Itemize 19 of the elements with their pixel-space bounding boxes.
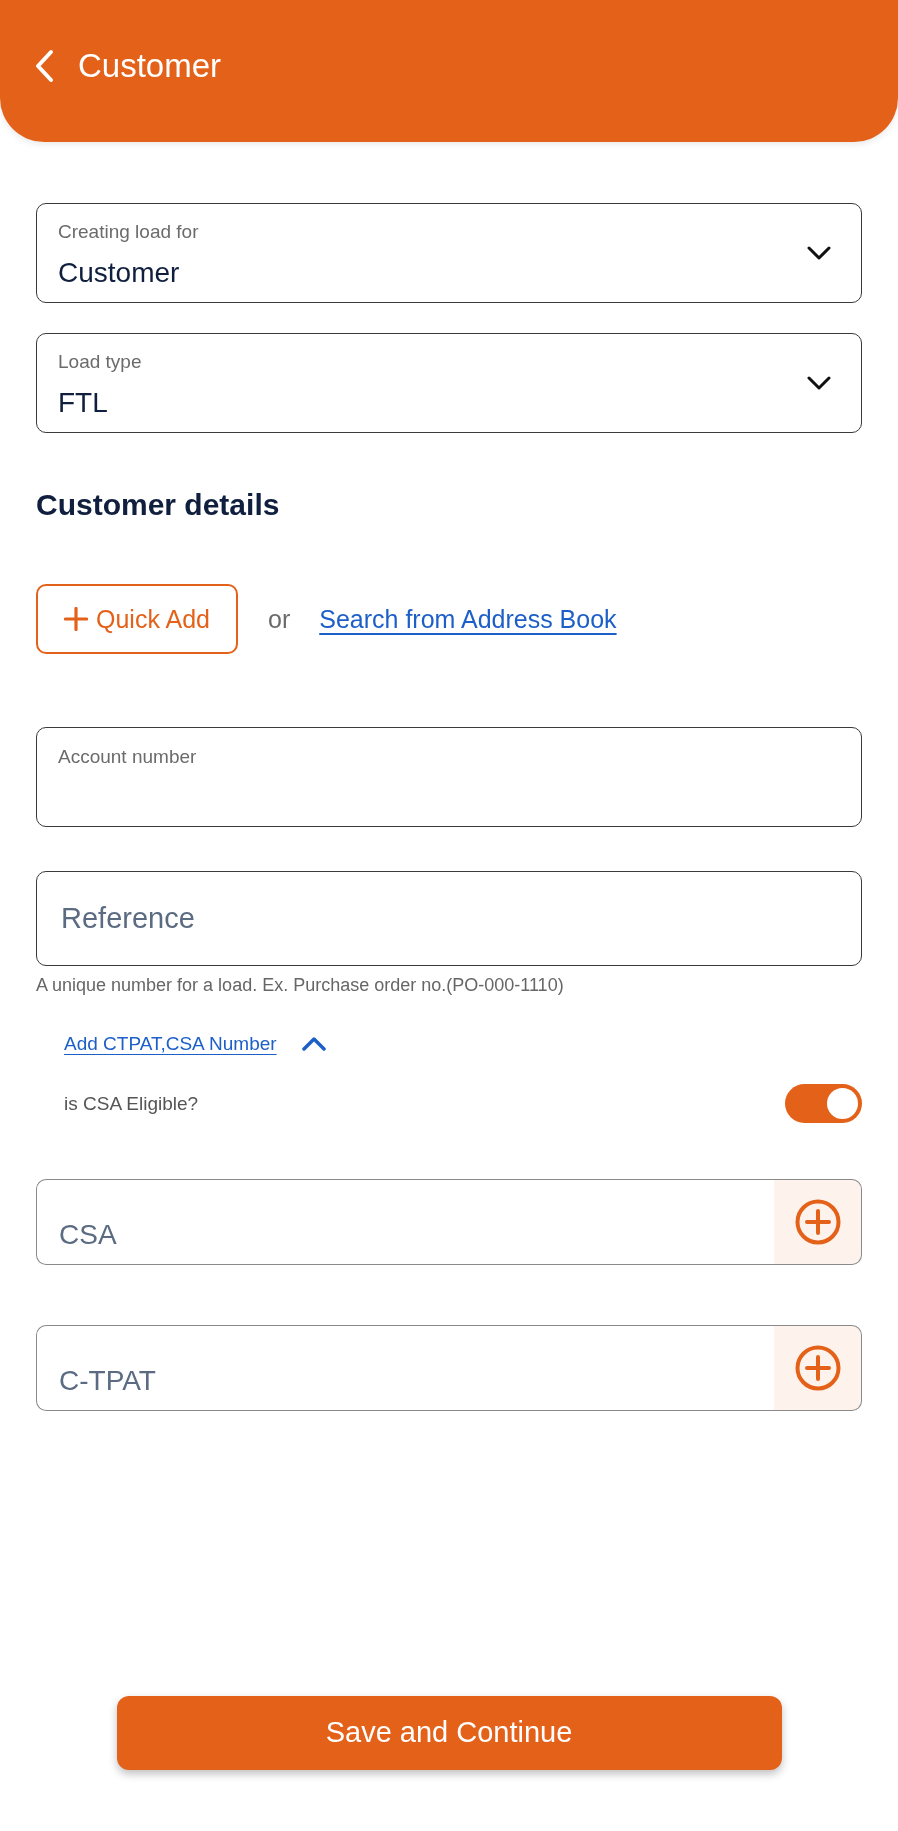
dropdown-field[interactable]: Creating load for Customer: [36, 203, 862, 303]
csa-eligible-label: is CSA Eligible?: [64, 1091, 199, 1116]
helper-text: A unique number for a load. Ex. Purchase order no.(PO-000-1110): [36, 974, 565, 996]
add-ctpat-link[interactable]: Add CTPAT,CSA Number: [64, 1032, 277, 1056]
account-number-field[interactable]: Account number: [36, 727, 862, 827]
chevron-down-icon: [807, 376, 831, 390]
save-and-continue-button[interactable]: Save and Continue: [116, 1696, 782, 1770]
quick-add-button[interactable]: Quick Add: [36, 584, 238, 654]
plus-icon: [64, 607, 88, 631]
back-icon[interactable]: [34, 49, 54, 83]
chevron-down-icon: [807, 246, 831, 260]
dropdown-field[interactable]: Load type FTL: [36, 333, 862, 433]
address-book-link[interactable]: Search from Address Book: [319, 604, 617, 634]
chevron-up-icon[interactable]: [301, 1037, 326, 1051]
separator-text: or: [268, 604, 291, 634]
page-title: Customer: [78, 46, 222, 86]
reference-field[interactable]: Reference: [36, 871, 862, 966]
section-heading: Customer details: [36, 487, 281, 523]
csa-eligible-toggle[interactable]: [785, 1084, 862, 1123]
